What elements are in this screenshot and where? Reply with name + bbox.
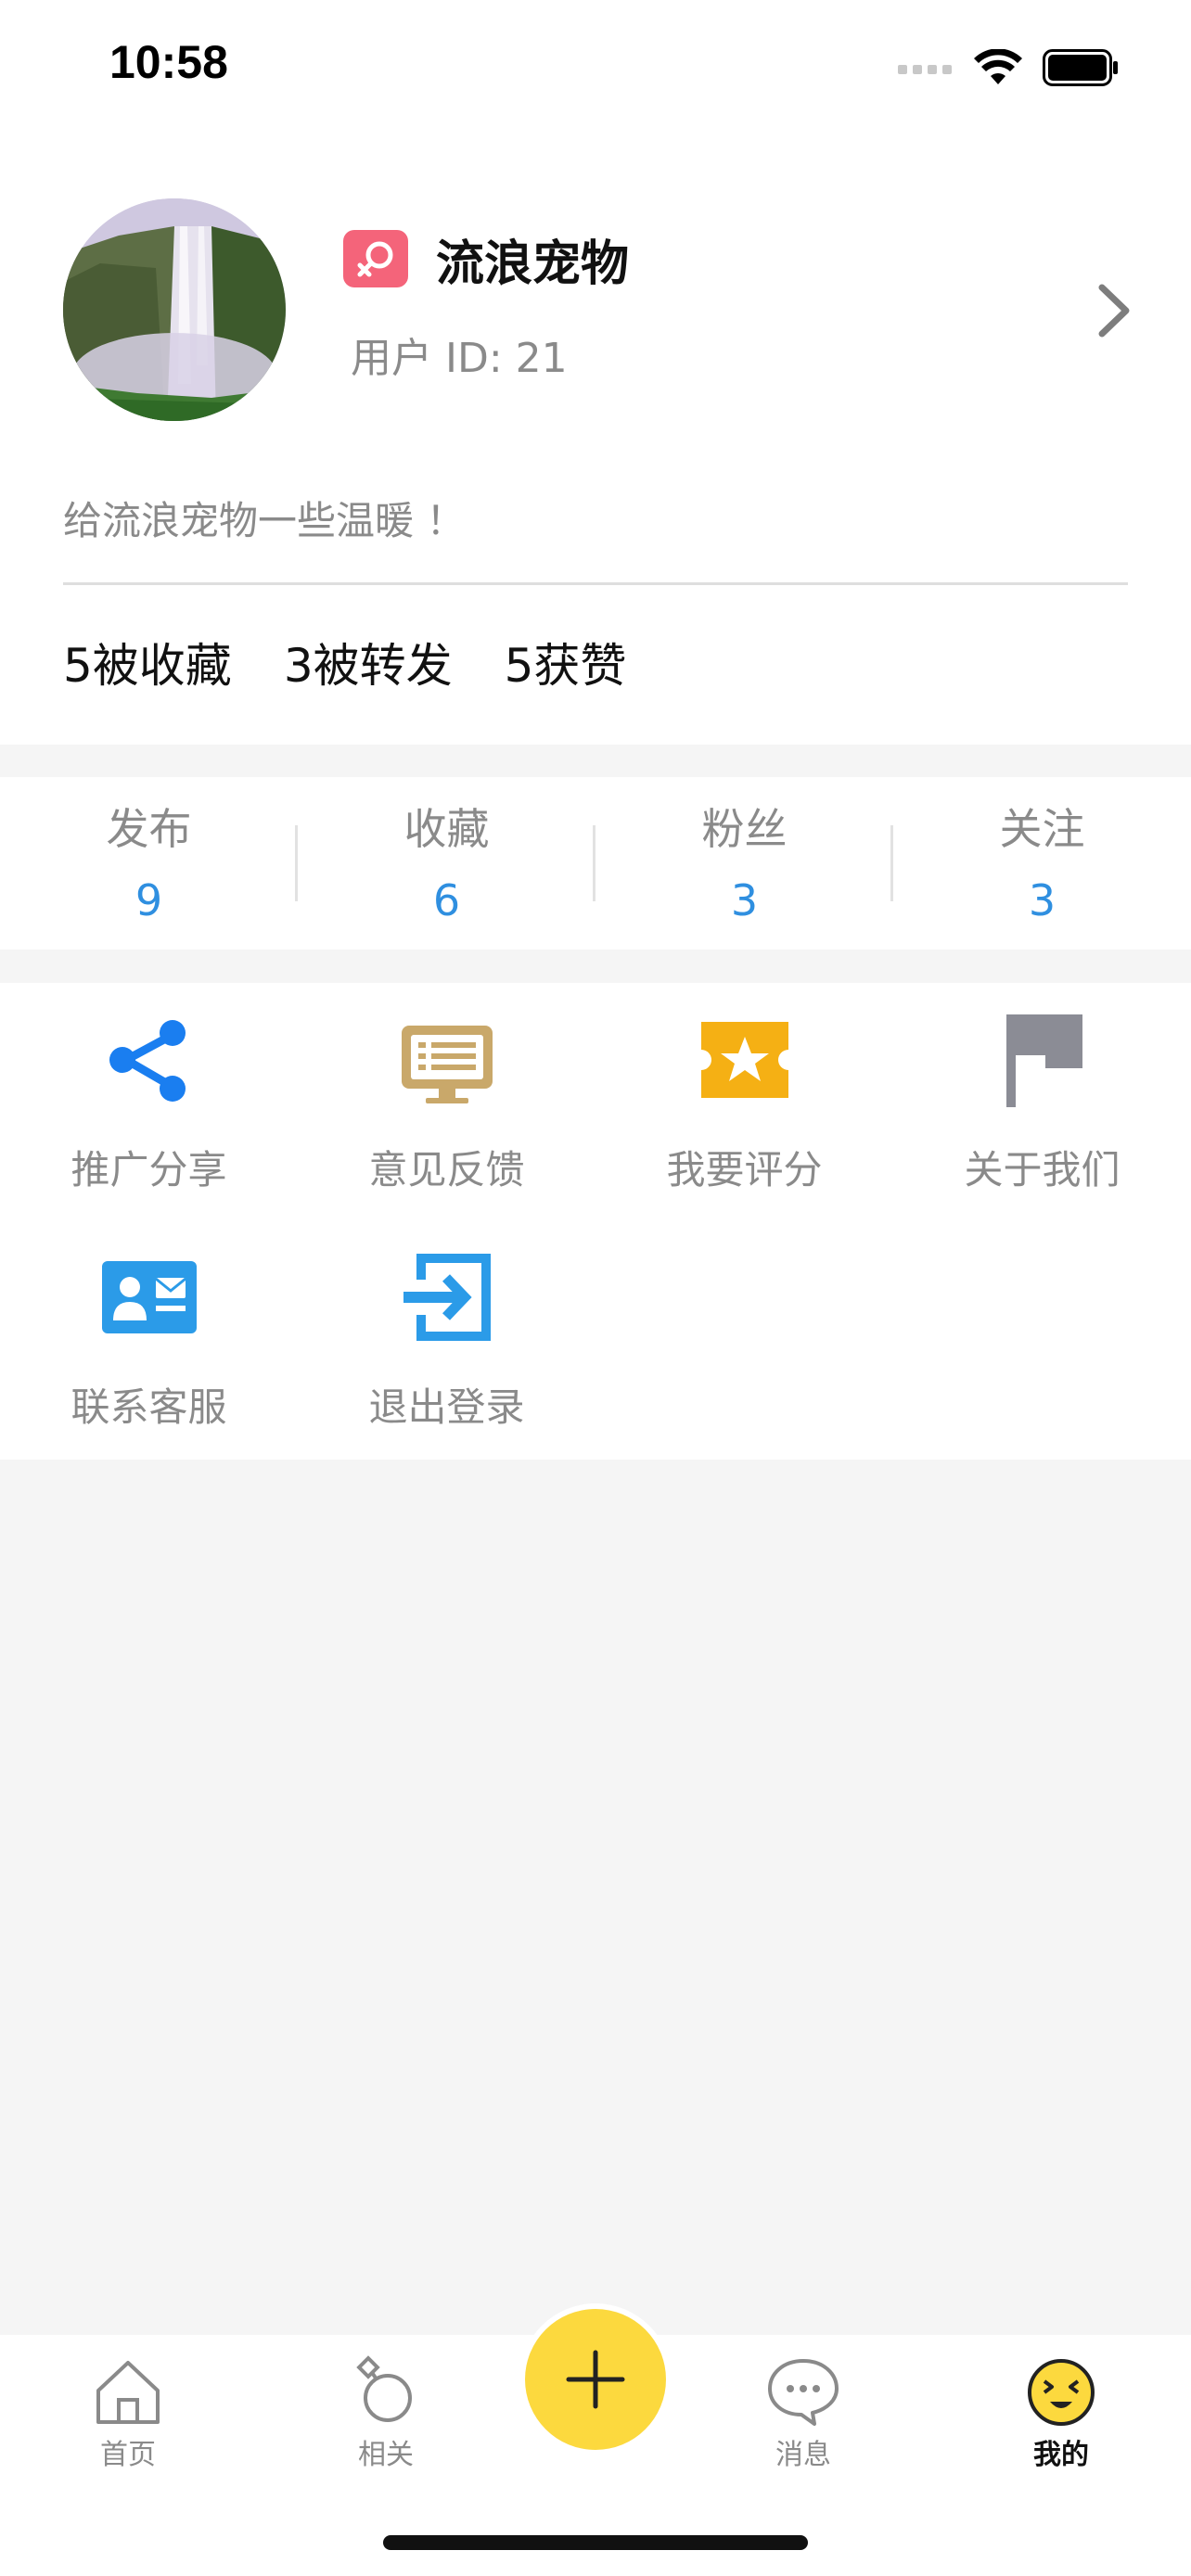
menu-item-about[interactable]: 关于我们: [893, 983, 1191, 1220]
chevron-right-icon[interactable]: [1091, 278, 1135, 343]
counters-row: 发布 9 收藏 6 粉丝 3 关注 3: [0, 777, 1191, 950]
menu-grid: 推广分享 意见反馈 我要评分 关于我们 联系客服 退出登录: [0, 983, 1191, 1460]
rating-ticket-icon: [701, 1022, 788, 1098]
bio: 给流浪宠物一些温暖 ！: [63, 498, 466, 543]
counter-label: 关注: [999, 804, 1085, 854]
stat-collected: 5被收藏: [63, 639, 232, 693]
menu-item-contact[interactable]: 联系客服: [0, 1220, 298, 1458]
tab-label: 相关: [358, 2439, 414, 2471]
logout-icon: [403, 1254, 491, 1341]
home-indicator: [383, 2535, 808, 2550]
tab-label: 首页: [100, 2439, 156, 2471]
counter-label: 收藏: [403, 804, 490, 854]
plus-icon: [566, 2350, 625, 2409]
contact-card-icon: [102, 1261, 197, 1333]
status-time: 10:58: [109, 36, 228, 88]
feedback-board-icon: [402, 1026, 493, 1103]
share-icon: [109, 1020, 186, 1102]
female-icon: [357, 241, 393, 277]
counter-following[interactable]: 关注 3: [893, 777, 1191, 950]
stat-forwarded: 3被转发: [283, 639, 453, 693]
user-id: 用户 ID: 21: [351, 335, 568, 382]
menu-item-share[interactable]: 推广分享: [0, 983, 298, 1220]
counter-favorites[interactable]: 收藏 6: [298, 777, 596, 950]
counter-label: 发布: [106, 804, 192, 854]
tab-messages[interactable]: 消息: [738, 2353, 868, 2493]
flag-icon: [1006, 1014, 1082, 1107]
menu-item-logout[interactable]: 退出登录: [298, 1220, 596, 1458]
tab-related[interactable]: 相关: [321, 2353, 451, 2493]
gender-badge: [343, 230, 408, 287]
home-icon: [96, 2361, 160, 2424]
counter-value: 9: [134, 875, 163, 925]
ring-icon: [356, 2355, 412, 2422]
counter-value: 3: [730, 875, 759, 925]
tab-label: 消息: [775, 2439, 831, 2471]
counter-followers[interactable]: 粉丝 3: [596, 777, 893, 950]
menu-label: 关于我们: [964, 1147, 1121, 1192]
divider: [63, 582, 1128, 585]
waterfall-photo-icon: [63, 198, 286, 421]
tab-label: 我的: [1033, 2439, 1089, 2471]
menu-label: 退出登录: [368, 1384, 525, 1430]
avatar[interactable]: [63, 198, 286, 421]
counter-value: 6: [432, 875, 461, 925]
tab-home[interactable]: 首页: [63, 2353, 193, 2493]
menu-item-rating[interactable]: 我要评分: [596, 983, 893, 1220]
profile-card: 流浪宠物 用户 ID: 21 给流浪宠物一些温暖 ！ 5被收藏 3被转发 5获赞: [0, 139, 1191, 745]
counter-label: 粉丝: [701, 804, 788, 854]
stat-likes: 5获赞: [504, 639, 627, 693]
menu-label: 意见反馈: [368, 1147, 525, 1192]
counter-value: 3: [1028, 875, 1057, 925]
profile-stats: 5被收藏 3被转发 5获赞: [63, 629, 626, 695]
menu-label: 联系客服: [70, 1384, 227, 1430]
chat-bubble-icon: [768, 2359, 839, 2426]
menu-label: 我要评分: [666, 1147, 823, 1192]
wifi-icon: [974, 49, 1022, 84]
username: 流浪宠物: [436, 236, 630, 292]
status-bar: 10:58: [0, 0, 1191, 139]
smiley-icon: [1028, 2359, 1095, 2426]
menu-label: 推广分享: [70, 1147, 227, 1192]
menu-item-feedback[interactable]: 意见反馈: [298, 983, 596, 1220]
battery-icon: [1043, 49, 1118, 86]
tab-mine[interactable]: 我的: [996, 2353, 1126, 2493]
cellular-signal-icon: [898, 65, 952, 74]
counter-posts[interactable]: 发布 9: [0, 777, 298, 950]
add-post-button[interactable]: [525, 2309, 666, 2450]
status-icons: [898, 45, 1119, 91]
